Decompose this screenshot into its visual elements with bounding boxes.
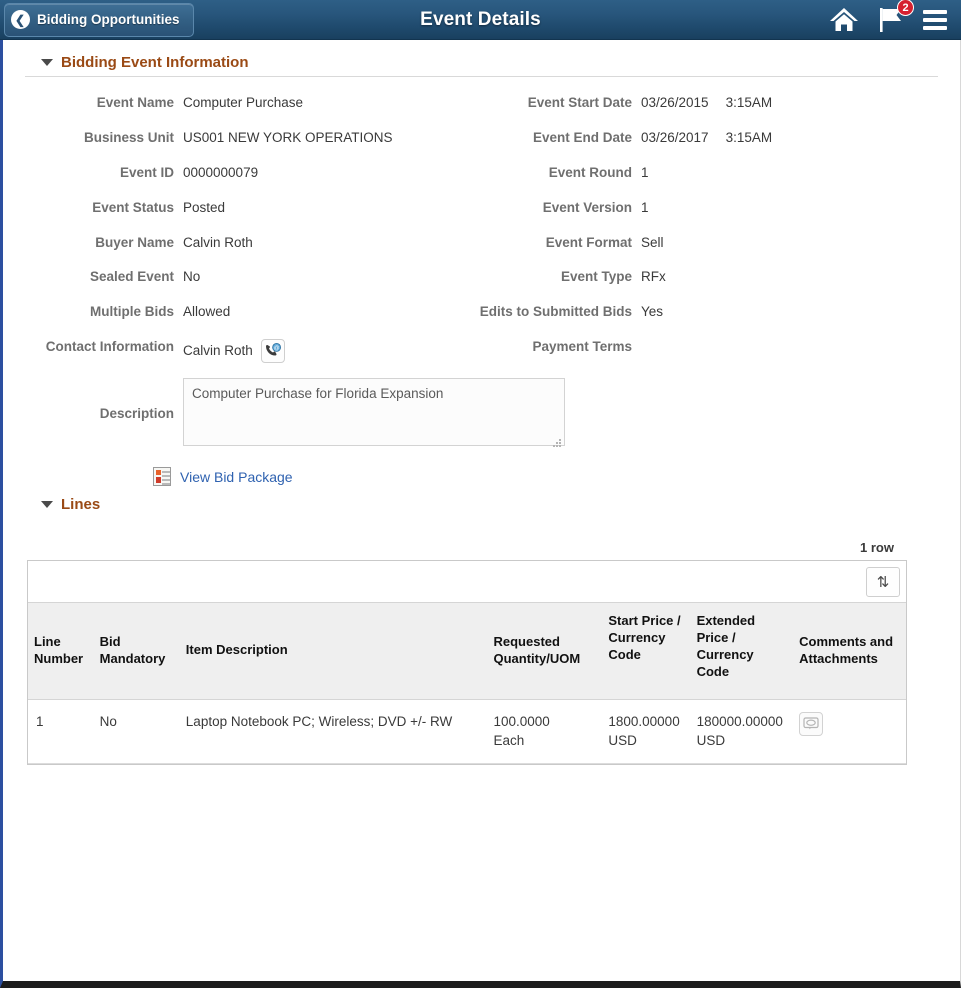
event-information-fields: Event Name Computer Purchase Event Start…	[25, 86, 938, 372]
field-label-event-start-date: Event Start Date	[527, 95, 632, 110]
field-label-contact-information: Contact Information	[45, 339, 174, 355]
column-header-line-number[interactable]: Line Number	[28, 603, 94, 700]
column-header-item-description[interactable]: Item Description	[179, 603, 488, 700]
header-icon-group: 2	[829, 0, 961, 34]
back-button-label: Bidding Opportunities	[37, 12, 180, 27]
view-bid-package-link[interactable]: View Bid Package	[180, 469, 293, 485]
field-value-event-end-date: 03/26/2017 3:15AM	[641, 121, 938, 156]
field-value-event-format: Sell	[641, 234, 664, 250]
field-value-event-version: 1	[641, 199, 649, 215]
column-header-extended-price-currency-code[interactable]: Extended Price / Currency Code	[690, 603, 794, 700]
collapse-caret-icon-lines	[41, 501, 53, 509]
field-label-event-round: Event Round	[548, 164, 632, 180]
field-value-event-round: 1	[641, 164, 649, 180]
back-to-bidding-opportunities-button[interactable]: ❮ Bidding Opportunities	[4, 2, 195, 37]
cell-comments-and-attachments	[793, 699, 906, 764]
lines-table: Line Number Bid Mandatory Item Descripti…	[28, 603, 906, 764]
hamburger-menu-icon[interactable]	[923, 9, 947, 30]
description-textarea-wrapper	[183, 378, 565, 451]
field-label-description: Description	[99, 406, 174, 422]
field-value-buyer-name: Calvin Roth	[183, 234, 253, 250]
cell-extended-currency-value: USD	[696, 733, 726, 749]
app-page: ❮ Bidding Opportunities Event Details 2	[0, 0, 961, 990]
cell-uom-value: Each	[493, 733, 525, 749]
field-value-contact-information: Calvin Roth @	[183, 330, 473, 372]
lines-grid-toolbar: ⇅	[28, 561, 906, 604]
field-label-event-end-date: Event End Date	[532, 129, 632, 145]
event-start-date-value: 03/26/2015	[641, 95, 709, 110]
field-value-payment-terms	[641, 330, 938, 348]
field-value-event-start-date: 03/26/2015 3:15AM	[641, 86, 938, 121]
field-label-event-version: Event Version	[542, 199, 632, 215]
field-label-multiple-bids: Multiple Bids	[90, 304, 174, 320]
row-count-label: 1 row	[860, 540, 894, 556]
collapse-caret-icon	[41, 59, 53, 66]
section-header-bidding-event-information[interactable]: Bidding Event Information	[25, 50, 938, 77]
column-header-requested-quantity-uom[interactable]: Requested Quantity/UOM	[487, 603, 603, 700]
cell-requested-quantity-uom: 100.0000 Each	[487, 699, 603, 764]
column-header-bid-mandatory[interactable]: Bid Mandatory	[93, 603, 180, 700]
field-label-edits-to-submitted-bids: Edits to Submitted Bids	[479, 304, 632, 320]
contact-name-text: Calvin Roth	[183, 342, 253, 358]
sort-arrows-icon[interactable]: ⇅	[866, 566, 900, 597]
table-row[interactable]: 1 No Laptop Notebook PC; Wireless; DVD +…	[28, 699, 906, 764]
lines-table-header: Line Number Bid Mandatory Item Descripti…	[28, 603, 906, 700]
page-content: Bidding Event Information Event Name Com…	[3, 40, 960, 765]
field-label-event-id: Event ID	[119, 164, 174, 180]
comment-bubble-icon[interactable]	[799, 711, 824, 736]
field-label-event-type: Event Type	[560, 269, 632, 285]
column-header-comments-and-attachments[interactable]: Comments and Attachments	[793, 603, 906, 700]
notification-badge: 2	[897, 0, 914, 16]
lines-grid: ⇅ Line Number Bid Mandatory Item Descrip…	[27, 560, 907, 765]
field-value-event-status: Posted	[183, 199, 226, 215]
field-value-event-id: 0000000079	[183, 164, 259, 180]
cell-start-price-value: 1800.00000	[608, 713, 680, 729]
field-label-event-format: Event Format	[545, 234, 632, 250]
field-label-payment-terms: Payment Terms	[532, 339, 632, 355]
cell-item-description: Laptop Notebook PC; Wireless; DVD +/- RW	[179, 699, 488, 764]
lines-table-body: 1 No Laptop Notebook PC; Wireless; DVD +…	[28, 699, 906, 764]
section-title-bidding-event-information: Bidding Event Information	[61, 54, 249, 71]
cell-line-number: 1	[28, 699, 94, 764]
event-end-time-value: 3:15AM	[725, 129, 773, 145]
section-title-lines: Lines	[61, 496, 101, 514]
view-bid-package-row[interactable]: View Bid Package	[25, 467, 938, 487]
contact-phone-email-icon[interactable]: @	[260, 339, 285, 364]
flag-icon[interactable]: 2	[877, 0, 914, 33]
field-value-business-unit: US001 NEW YORK OPERATIONS	[183, 129, 393, 145]
document-list-icon	[153, 467, 171, 487]
field-value-edits-to-submitted-bids: Yes	[641, 304, 664, 320]
chevron-left-icon: ❮	[11, 10, 30, 29]
app-header: ❮ Bidding Opportunities Event Details 2	[0, 0, 961, 40]
cell-extended-price: 180000.00000 USD	[690, 699, 794, 764]
field-label-buyer-name: Buyer Name	[95, 234, 174, 250]
home-icon[interactable]	[829, 6, 859, 34]
svg-text:@: @	[274, 345, 279, 351]
cell-extended-price-value: 180000.00000	[696, 713, 783, 729]
cell-bid-mandatory: No	[93, 699, 180, 764]
column-header-start-price-currency-code[interactable]: Start Price / Currency Code	[602, 603, 691, 700]
field-value-multiple-bids: Allowed	[183, 304, 231, 320]
cell-quantity-value: 100.0000	[493, 713, 550, 729]
page-body: Bidding Event Information Event Name Com…	[0, 40, 961, 988]
field-value-sealed-event: No	[183, 269, 201, 285]
field-label-event-name: Event Name	[96, 95, 174, 110]
event-start-time-value: 3:15AM	[725, 95, 773, 110]
field-label-business-unit: Business Unit	[83, 129, 174, 145]
field-value-event-name: Computer Purchase	[183, 95, 304, 110]
description-textarea[interactable]	[183, 378, 565, 447]
description-row: Description	[25, 378, 938, 451]
field-value-event-type: RFx	[641, 269, 666, 285]
cell-start-price: 1800.00000 USD	[602, 699, 691, 764]
table-header-row: Line Number Bid Mandatory Item Descripti…	[28, 603, 906, 700]
cell-start-currency-value: USD	[608, 733, 637, 749]
field-label-sealed-event: Sealed Event	[89, 269, 174, 285]
event-end-date-value: 03/26/2017	[641, 129, 709, 145]
field-label-event-status: Event Status	[92, 199, 174, 215]
section-header-lines[interactable]: Lines	[25, 492, 938, 518]
